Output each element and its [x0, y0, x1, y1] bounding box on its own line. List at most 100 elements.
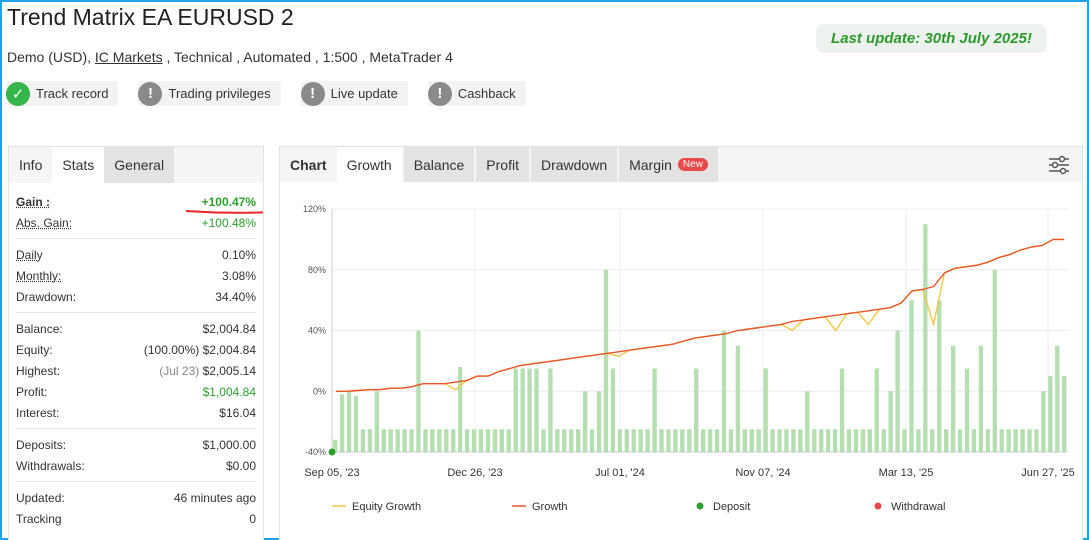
stat-tracking: Tracking 0 — [9, 508, 263, 529]
daily-bar — [701, 429, 706, 452]
deposit-point — [328, 448, 336, 456]
y-tick-label: 0% — [313, 386, 326, 396]
legend-deposit-swatch — [696, 502, 704, 510]
stat-abs-gain: Abs. Gain: +100.48% — [9, 212, 263, 233]
broker-link[interactable]: IC Markets — [95, 49, 163, 65]
tab-margin[interactable]: Margin New — [619, 147, 718, 182]
exclamation-icon: ! — [138, 81, 163, 106]
interest-label: Interest: — [16, 405, 60, 420]
daily-bar — [416, 330, 421, 452]
exclamation-icon: ! — [300, 81, 325, 106]
daily-bar — [1006, 429, 1011, 452]
daily-bar — [860, 429, 866, 452]
legend-withdrawal-swatch — [874, 502, 882, 510]
badge-trading-privileges[interactable]: ! Trading privileges — [138, 81, 281, 106]
tab-growth[interactable]: Growth — [336, 147, 402, 182]
tab-chart[interactable]: Chart — [280, 147, 337, 182]
daily-bar — [1034, 429, 1039, 452]
daily-label[interactable]: Daily — [16, 248, 43, 262]
daily-bar — [777, 429, 782, 452]
daily-bar — [444, 429, 449, 452]
legend-withdrawal: Withdrawal — [891, 501, 945, 513]
daily-bar — [624, 429, 629, 452]
daily-bar — [603, 269, 609, 452]
stat-withdrawals: Withdrawals: $0.00 — [9, 455, 263, 476]
badge-cashback[interactable]: ! Cashback — [427, 81, 526, 106]
daily-bar — [971, 429, 977, 452]
equity-percent: (100.00%) — [143, 342, 200, 357]
daily-bar — [902, 429, 907, 452]
tab-stats[interactable]: Stats — [52, 147, 105, 183]
daily-bar — [492, 429, 498, 452]
divider — [16, 428, 256, 429]
daily-bar — [339, 394, 345, 452]
x-tick-label: Sep 05, '23 — [304, 467, 359, 479]
daily-bar — [749, 429, 754, 452]
chart-tabs: Chart Growth Balance Profit Drawdown Mar… — [280, 147, 1082, 182]
daily-bar — [694, 368, 699, 452]
gain-value: +100.47% — [201, 194, 256, 209]
daily-bar — [548, 368, 553, 452]
daily-bar — [888, 391, 893, 452]
daily-bar — [360, 429, 366, 452]
daily-bar — [791, 429, 796, 452]
gain-label[interactable]: Gain : — [16, 195, 50, 209]
daily-bar — [839, 368, 845, 452]
deposits-label: Deposits: — [16, 437, 67, 452]
daily-bar — [874, 368, 879, 452]
y-tick-label: 120% — [303, 204, 326, 214]
tracking-label: Tracking — [16, 511, 62, 526]
daily-bar — [1013, 429, 1018, 452]
tab-profit[interactable]: Profit — [476, 147, 529, 182]
daily-bar — [1041, 391, 1046, 452]
tab-drawdown[interactable]: Drawdown — [530, 147, 618, 182]
tab-general[interactable]: General — [104, 147, 175, 183]
monthly-label[interactable]: Monthly: — [16, 269, 61, 283]
daily-bar — [409, 429, 414, 452]
highest-label: Highest: — [16, 363, 61, 378]
daily-bar — [763, 368, 768, 452]
y-tick-label: 40% — [308, 326, 326, 336]
daily-bar — [1055, 345, 1060, 452]
daily-bar — [645, 429, 650, 452]
badge-track-record[interactable]: ✓ Track record — [6, 81, 119, 106]
daily-bar — [652, 368, 657, 452]
new-badge: New — [677, 158, 708, 171]
divider — [16, 481, 256, 482]
growth-chart[interactable]: 120% 80% 40% 0% -40% Sep 05, '23 Dec 26, '23 Ju… — [280, 187, 1083, 540]
y-tick-label: 80% — [308, 265, 326, 275]
daily-bar — [589, 429, 595, 452]
stat-equity: Equity: (100.00%) $2,004.84 — [9, 339, 263, 360]
account-details: , Technical , Automated , 1:500 , MetaTr… — [166, 49, 453, 65]
tab-info[interactable]: Info — [9, 147, 52, 183]
daily-bar — [402, 429, 407, 452]
daily-bar — [742, 429, 748, 452]
tab-balance[interactable]: Balance — [403, 147, 475, 182]
drawdown-label: Drawdown: — [16, 289, 77, 304]
daily-bar — [610, 368, 616, 452]
filter-settings-icon[interactable] — [1048, 155, 1070, 175]
badge-live-update[interactable]: ! Live update — [300, 81, 408, 106]
daily-bar — [721, 330, 727, 452]
daily-bar — [513, 368, 518, 452]
daily-bar — [499, 429, 504, 452]
stats-tabs: Info Stats General — [9, 147, 263, 183]
daily-bar — [784, 429, 789, 452]
x-tick-label: Nov 07, '24 — [735, 467, 790, 479]
abs-gain-label[interactable]: Abs. Gain: — [16, 216, 72, 230]
stat-monthly: Monthly: 3.08% — [9, 265, 263, 286]
daily-bar — [437, 429, 442, 452]
daily-bar — [541, 429, 546, 452]
balance-value: $2,004.84 — [202, 321, 256, 336]
badge-label: Trading privileges — [168, 86, 271, 101]
highest-value: (Jul 23) $2,005.14 — [159, 364, 256, 378]
daily-bar — [964, 368, 970, 452]
profit-label: Profit: — [16, 384, 48, 399]
legend-equity-growth: Equity Growth — [352, 501, 421, 513]
daily-bar — [430, 429, 435, 452]
profit-value: $1,004.84 — [202, 384, 256, 399]
last-update-banner: Last update: 30th July 2025! — [816, 24, 1047, 53]
daily-bar — [819, 429, 824, 452]
drawdown-value: 34.40% — [215, 289, 256, 304]
daily-bar — [812, 429, 817, 452]
